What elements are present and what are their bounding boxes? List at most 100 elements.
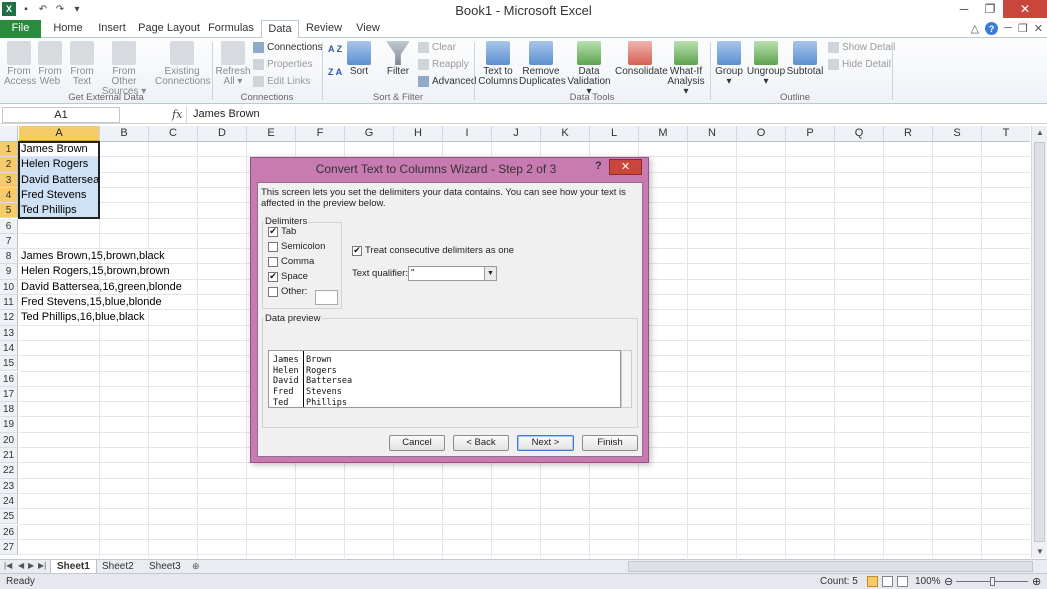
preview-vertical-scrollbar[interactable] <box>621 350 632 408</box>
connections-button[interactable]: Connections <box>253 42 323 53</box>
row-header-18[interactable]: 18 <box>0 402 18 418</box>
workbook-minimize-icon[interactable]: ─ <box>1004 22 1012 35</box>
group-button[interactable]: Group ▾ <box>714 41 744 87</box>
preview-horizontal-scrollbar[interactable] <box>268 408 632 417</box>
row-header-9[interactable]: 9 <box>0 264 18 280</box>
page-break-view-icon[interactable] <box>897 576 908 587</box>
tab-formulas[interactable]: Formulas <box>205 20 257 38</box>
delimiter-comma-checkbox[interactable]: Comma <box>268 256 314 267</box>
scroll-up-icon[interactable]: ▲ <box>1032 128 1047 137</box>
row-header-8[interactable]: 8 <box>0 249 18 265</box>
row-header-12[interactable]: 12 <box>0 310 18 326</box>
ungroup-button[interactable]: Ungroup ▾ <box>746 41 786 87</box>
properties-button[interactable]: Properties <box>253 59 313 70</box>
checkbox[interactable] <box>268 256 278 267</box>
row-header-7[interactable]: 7 <box>0 233 18 250</box>
sort-a-z-icon[interactable]: A Z <box>328 45 342 54</box>
select-all-corner[interactable] <box>0 126 18 142</box>
data-preview-pane[interactable]: James Brown Helen Rogers David Battersea Fred S… <box>268 350 621 408</box>
row-header-22[interactable]: 22 <box>0 463 18 479</box>
subtotal-button[interactable]: Subtotal <box>786 41 824 77</box>
cell-a12[interactable]: Ted Phillips,16,blue,black <box>19 310 145 325</box>
cell-a8[interactable]: James Brown,15,brown,black <box>19 249 165 264</box>
row-header-6[interactable]: 6 <box>0 218 18 234</box>
horizontal-scrollbar[interactable] <box>628 561 1033 572</box>
from-access-button[interactable]: From Access <box>4 41 36 87</box>
row-header-10[interactable]: 10 <box>0 279 18 295</box>
insert-sheet-icon[interactable]: ⊕ <box>192 561 200 572</box>
row-header-15[interactable]: 15 <box>0 356 18 372</box>
row-header-24[interactable]: 24 <box>0 493 18 510</box>
from-other-sources-button[interactable]: From Other Sources ▾ <box>99 41 149 97</box>
dialog-close-icon[interactable]: ✕ <box>609 159 642 175</box>
minimize-icon[interactable]: ─ <box>951 0 977 18</box>
row-header-14[interactable]: 14 <box>0 340 18 357</box>
prev-sheet-icon[interactable]: ◀ <box>18 561 24 570</box>
chevron-down-icon[interactable]: ▼ <box>484 266 497 281</box>
zoom-level[interactable]: 100% <box>915 576 941 587</box>
row-header-2[interactable]: 2 <box>0 157 18 173</box>
cell-a5[interactable]: Ted Phillips <box>19 203 77 218</box>
checkmark-icon[interactable]: ✔ <box>268 226 278 237</box>
from-text-button[interactable]: From Text <box>68 41 96 87</box>
row-header-11[interactable]: 11 <box>0 295 18 311</box>
column-header-i[interactable]: I <box>443 126 492 142</box>
zoom-in-icon[interactable]: ⊕ <box>1032 575 1041 588</box>
cell-a11[interactable]: Fred Stevens,15,blue,blonde <box>19 295 162 310</box>
next-sheet-icon[interactable]: ▶ <box>28 561 34 570</box>
scroll-down-icon[interactable]: ▼ <box>1032 547 1047 556</box>
cell-a1[interactable]: James Brown <box>19 142 88 157</box>
back-button[interactable]: < Back <box>453 435 509 451</box>
page-layout-view-icon[interactable] <box>882 576 893 587</box>
filter-button[interactable]: Filter <box>384 41 412 77</box>
restore-icon[interactable]: ❐ <box>977 0 1003 18</box>
cell-a2[interactable]: Helen Rogers <box>19 157 88 172</box>
checkmark-icon[interactable]: ✔ <box>268 271 278 282</box>
sort-button[interactable]: Sort <box>346 41 372 77</box>
checkbox[interactable] <box>268 241 278 252</box>
column-header-g[interactable]: G <box>345 126 394 142</box>
row-header-20[interactable]: 20 <box>0 432 18 448</box>
column-header-r[interactable]: R <box>884 126 933 142</box>
row-header-19[interactable]: 19 <box>0 417 18 433</box>
tab-home[interactable]: Home <box>48 20 88 38</box>
workbook-restore-icon[interactable]: ❐ <box>1018 22 1028 35</box>
column-header-o[interactable]: O <box>737 126 786 142</box>
column-header-f[interactable]: F <box>296 126 345 142</box>
column-header-k[interactable]: K <box>541 126 590 142</box>
cancel-button[interactable]: Cancel <box>389 435 445 451</box>
column-header-t[interactable]: T <box>982 126 1030 142</box>
column-header-h[interactable]: H <box>394 126 443 142</box>
tab-data[interactable]: Data <box>261 20 299 39</box>
cell-a10[interactable]: David Battersea,16,green,blonde <box>19 280 182 295</box>
zoom-slider-thumb[interactable] <box>990 577 995 586</box>
row-header-5[interactable]: 5 <box>0 203 18 219</box>
next-button[interactable]: Next > <box>517 435 574 451</box>
data-validation-button[interactable]: Data Validation ▾ <box>565 41 613 97</box>
clear-filter-button[interactable]: Clear <box>418 42 456 53</box>
other-delimiter-input[interactable] <box>315 290 338 305</box>
delimiter-other-checkbox[interactable]: Other: <box>268 286 307 297</box>
sheet-tab-sheet1[interactable]: Sheet1 <box>50 560 97 574</box>
what-if-analysis-button[interactable]: What-If Analysis ▾ <box>666 41 706 97</box>
from-web-button[interactable]: From Web <box>36 41 64 87</box>
row-header-21[interactable]: 21 <box>0 448 18 464</box>
tab-insert[interactable]: Insert <box>92 20 132 38</box>
column-header-b[interactable]: B <box>100 126 149 142</box>
tab-review[interactable]: Review <box>304 20 344 38</box>
row-header-25[interactable]: 25 <box>0 509 18 525</box>
delimiter-tab-checkbox[interactable]: ✔ Tab <box>268 226 296 237</box>
column-header-q[interactable]: Q <box>835 126 884 142</box>
column-header-m[interactable]: M <box>639 126 688 142</box>
delimiter-semicolon-checkbox[interactable]: Semicolon <box>268 241 325 252</box>
sheet-tab-sheet2[interactable]: Sheet2 <box>96 560 140 574</box>
existing-connections-button[interactable]: Existing Connections <box>155 41 211 87</box>
row-header-13[interactable]: 13 <box>0 325 18 341</box>
edit-links-button[interactable]: Edit Links <box>253 76 310 87</box>
remove-duplicates-button[interactable]: Remove Duplicates <box>519 41 566 87</box>
column-header-e[interactable]: E <box>247 126 296 142</box>
vertical-scrollbar[interactable]: ▲ ▼ <box>1031 126 1047 558</box>
treat-consecutive-checkbox[interactable]: ✔ Treat consecutive delimiters as one <box>352 245 514 256</box>
cell-a3[interactable]: David Battersea <box>19 173 99 188</box>
column-header-a[interactable]: A <box>19 126 100 142</box>
